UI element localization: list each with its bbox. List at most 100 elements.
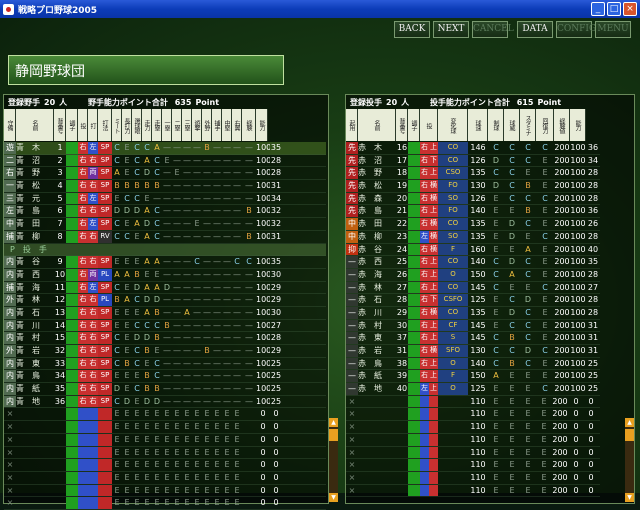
batter-empty-row[interactable]: × E E E E E E E E E E E E E 0 0	[4, 471, 326, 485]
pitcher-role: 先	[346, 142, 358, 154]
empty-hand-wrap	[420, 459, 438, 471]
pitcher-condition-icon	[408, 446, 420, 459]
pitcher-row[interactable]: — 赤 紙 39 右上 F 150 A E E E 200 100 25	[346, 370, 600, 384]
batter-row[interactable]: 内青 東 33 右右 SP C B C E C — — — — — — — — —100 25	[4, 357, 326, 371]
pitcher-empty-row[interactable]: × 110 E E E E 200 0 0	[346, 408, 600, 422]
pitcher-stamina: 200	[554, 384, 570, 394]
pitcher-row[interactable]: — 赤 村 30 右上 CF 145 E C C E 200 100 31	[346, 319, 600, 333]
config-button[interactable]: CONFIG	[556, 21, 596, 38]
pitcher-row[interactable]: 先赤 木 16 右上 CO 146 C C C C 200 100 36	[346, 142, 600, 155]
batter-row[interactable]: 外青 林 12 右右 PL B A C D D — — — — — — — — —100 29	[4, 294, 326, 307]
batter-number: 36	[54, 396, 66, 406]
batter-row[interactable]: 左青 島 6 右右 SP D D D A C — — — — — — — — B 100 32	[4, 205, 326, 219]
scroll-thumb[interactable]	[625, 429, 634, 441]
scroll-up-icon[interactable]: ▲	[625, 418, 634, 427]
batter-row[interactable]: 内青 川 14 右右 SP E E C C C B — — — — — — — —100 27	[4, 319, 326, 333]
empty-ab: 0	[273, 485, 279, 495]
pitcher-row[interactable]: — 赤 地 40 左上 O 125 E E E C 200 100 25	[346, 383, 600, 396]
maximize-icon[interactable]: □	[607, 2, 621, 16]
pitcher-row[interactable]: 先赤 島 21 右上 FO 140 E E B E 200 100 36	[346, 205, 600, 219]
pitcher-empty-row[interactable]: × 110 E E E E 200 0 0	[346, 484, 600, 498]
batter-row[interactable]: 二青 沼 2 右右 SP C E C A C E — — — — — — — —100 28	[4, 154, 326, 168]
batter-empty-row[interactable]: × E E E E E E E E E E E E E 0 0	[4, 497, 326, 510]
batter-grade: E	[124, 143, 130, 152]
empty-hand	[420, 421, 429, 433]
batter-row[interactable]: 内青 石 13 右右 SP E E E A B — — A — — — — — —100 30	[4, 306, 326, 320]
batter-row[interactable]: 右青 野 3 右両 SP A E C D C — E — — — — — — —100 28	[4, 167, 326, 181]
pitcher-row[interactable]: — 赤 海 26 右上 O 150 C A C E 200 100 28	[346, 268, 600, 282]
empty-throw	[78, 421, 88, 433]
batter-row[interactable]: 内青 紙 35 右右 SP D E C B B — — — — — — — — —100 25	[4, 383, 326, 396]
batter-grade: E	[124, 371, 130, 381]
pitcher-empty-row[interactable]: × 110 E E E E 200 0 0	[346, 433, 600, 447]
batter-grade: —	[245, 396, 253, 406]
pitcher-row[interactable]: 中赤 柳 23 左横 SO 135 E D E C 200 100 28	[346, 230, 600, 244]
pitcher-empty-row[interactable]: × 110 E E E E 200 0 0	[346, 459, 600, 472]
close-icon[interactable]: ×	[623, 2, 637, 16]
empty-grade: E	[154, 472, 160, 482]
pitcher-ability: 28	[587, 231, 599, 241]
pitcher-stamina: 200	[554, 269, 570, 279]
scroll-down-icon[interactable]: ▼	[625, 493, 634, 502]
batter-row[interactable]: 遊青 木 1 右左 SP C E C C A — — — — B — — — —100 35	[4, 142, 326, 155]
batter-empty-row[interactable]: × E E E E E E E E E E E E E 0 0	[4, 446, 326, 460]
batter-empty-row[interactable]: × E E E E E E E E E E E E E 0 0	[4, 421, 326, 434]
batter-row[interactable]: 一青 松 4 右右 SP B B B B B — — — — — — — — —100 31	[4, 180, 326, 193]
batter-empty-row[interactable]: × E E E E E E E E E E E E E 0 0	[4, 433, 326, 447]
pitcher-row[interactable]: 先赤 松 19 右横 FO 130 D C B E 200 100 28	[346, 180, 600, 193]
pitcher-row[interactable]: — 赤 林 27 右上 CO 145 C E E C 200 100 27	[346, 281, 600, 295]
minimize-icon[interactable]: _	[591, 2, 605, 16]
pitcher-row[interactable]: — 赤 鳥 38 右上 O 140 C B C E 200 100 25	[346, 357, 600, 371]
pitcher-row[interactable]: 抑赤 谷 24 右横 F 160 E E A E 200 100 40	[346, 243, 600, 257]
batter-row[interactable]: 捕青 柳 8 右右 RV C C E A C — — — — — — — — B 100 31	[4, 230, 326, 244]
batter-row[interactable]: 中青 田 7 右左 SP C E A D C — — — E — — — — —100 32	[4, 218, 326, 231]
batter-empty-row[interactable]: × E E E E E E E E E E E E E 0 0	[4, 484, 326, 498]
batter-row[interactable]: 内青 鳥 34 右右 SP E E E B C — — — — — — — — —100 25	[4, 370, 326, 384]
pitcher-row[interactable]: — 赤 東 37 右上 S 145 C B C E 200 100 31	[346, 332, 600, 345]
pitcher-row[interactable]: — 赤 岩 31 右横 SFO 130 C C D C 200 100 31	[346, 345, 600, 358]
next-button[interactable]: NEXT	[433, 21, 469, 38]
pitcher-role: —	[346, 281, 358, 294]
pitcher-row[interactable]: 先赤 森 20 右横 SO 126 E C C C 200 100 28	[346, 192, 600, 206]
cancel-button[interactable]: CANCEL	[472, 21, 514, 38]
pitcher-empty-row[interactable]: × 110 E E E E 200 0 0	[346, 446, 600, 460]
pitcher-col-header: 名前	[358, 109, 396, 141]
batter-row[interactable]: 三青 元 5 右左 SP E C C E — — — — — — — — — —100 34	[4, 192, 326, 206]
batter-grade: —	[183, 231, 191, 241]
pitcher-empty-row[interactable]: × 110 E E E E 200 0 0	[346, 471, 600, 485]
batter-row[interactable]: 外青 岩 32 右右 SP C E C B E — — — — B — — — —100 29	[4, 345, 326, 358]
pitcher-row[interactable]: — 赤 西 25 右上 CO 140 C D C E 200 100 35	[346, 256, 600, 269]
batter-ability: 30	[270, 307, 282, 317]
pitcher-row[interactable]: 中赤 田 22 右横 CO 135 E D C E 200 100 26	[346, 218, 600, 231]
scroll-thumb[interactable]	[329, 429, 338, 441]
batter-empty-row[interactable]: × E E E E E E E E E E E E E 0 0	[4, 408, 326, 422]
batter-row[interactable]: 内青 地 36 右右 SP C D E D D — — — — — — — — —100 25	[4, 395, 326, 409]
batter-style: SP	[98, 395, 112, 408]
pitcher-grade: C	[525, 307, 531, 317]
scroll-down-icon[interactable]: ▼	[329, 493, 338, 502]
batter-row[interactable]: 内青 谷 9 右右 SP E E E A A — — — C — — — C C 100 35	[4, 256, 326, 269]
empty-grade: E	[509, 422, 515, 432]
back-button[interactable]: BACK	[394, 21, 430, 38]
menu-button[interactable]: MENU	[595, 21, 631, 38]
batter-scrollbar[interactable]: ▲ ▼	[329, 418, 338, 502]
pitcher-row[interactable]: — 赤 石 28 右下 CSFO 125 E C D E 200 100 28	[346, 294, 600, 307]
batter-empty-row[interactable]: × E E E E E E E E E E E E E 0 0	[4, 459, 326, 472]
pitcher-grade: C	[542, 231, 548, 241]
pitcher-empty-row[interactable]: × 110 E E E E 200 0 0	[346, 421, 600, 434]
pitcher-breaking-balls: FO	[438, 180, 468, 192]
pitcher-grade: E	[542, 358, 548, 368]
batter-grade: —	[173, 193, 181, 203]
pitcher-row[interactable]: — 赤 川 29 右横 CO 135 E D C E 200 100 28	[346, 306, 600, 320]
batter-row[interactable]: 捕青 海 11 右左 SP C E D A A D — — — — — — — —100 29	[4, 281, 326, 295]
pitcher-empty-row[interactable]: × 110 E E E E 200 0 0	[346, 395, 600, 409]
pitcher-row[interactable]: 先赤 沼 17 右下 CO 126 D C C E 200 100 34	[346, 154, 600, 168]
data-button[interactable]: DATA	[517, 21, 553, 38]
pitcher-scrollbar[interactable]: ▲ ▼	[625, 418, 634, 502]
scroll-up-icon[interactable]: ▲	[329, 418, 338, 427]
pitcher-grade: D	[492, 181, 500, 191]
batter-row[interactable]: 内青 村 15 右右 SP C E D D B — — — — — — — — —100 28	[4, 332, 326, 345]
batter-row[interactable]: 内青 西 10 右両 PL A A B E E — — — — — — — — —100 30	[4, 268, 326, 282]
pitcher-row[interactable]: 先赤 野 18 右上 CSO 135 C C E E 200 100 28	[346, 167, 600, 181]
batter-grade: —	[233, 384, 241, 394]
